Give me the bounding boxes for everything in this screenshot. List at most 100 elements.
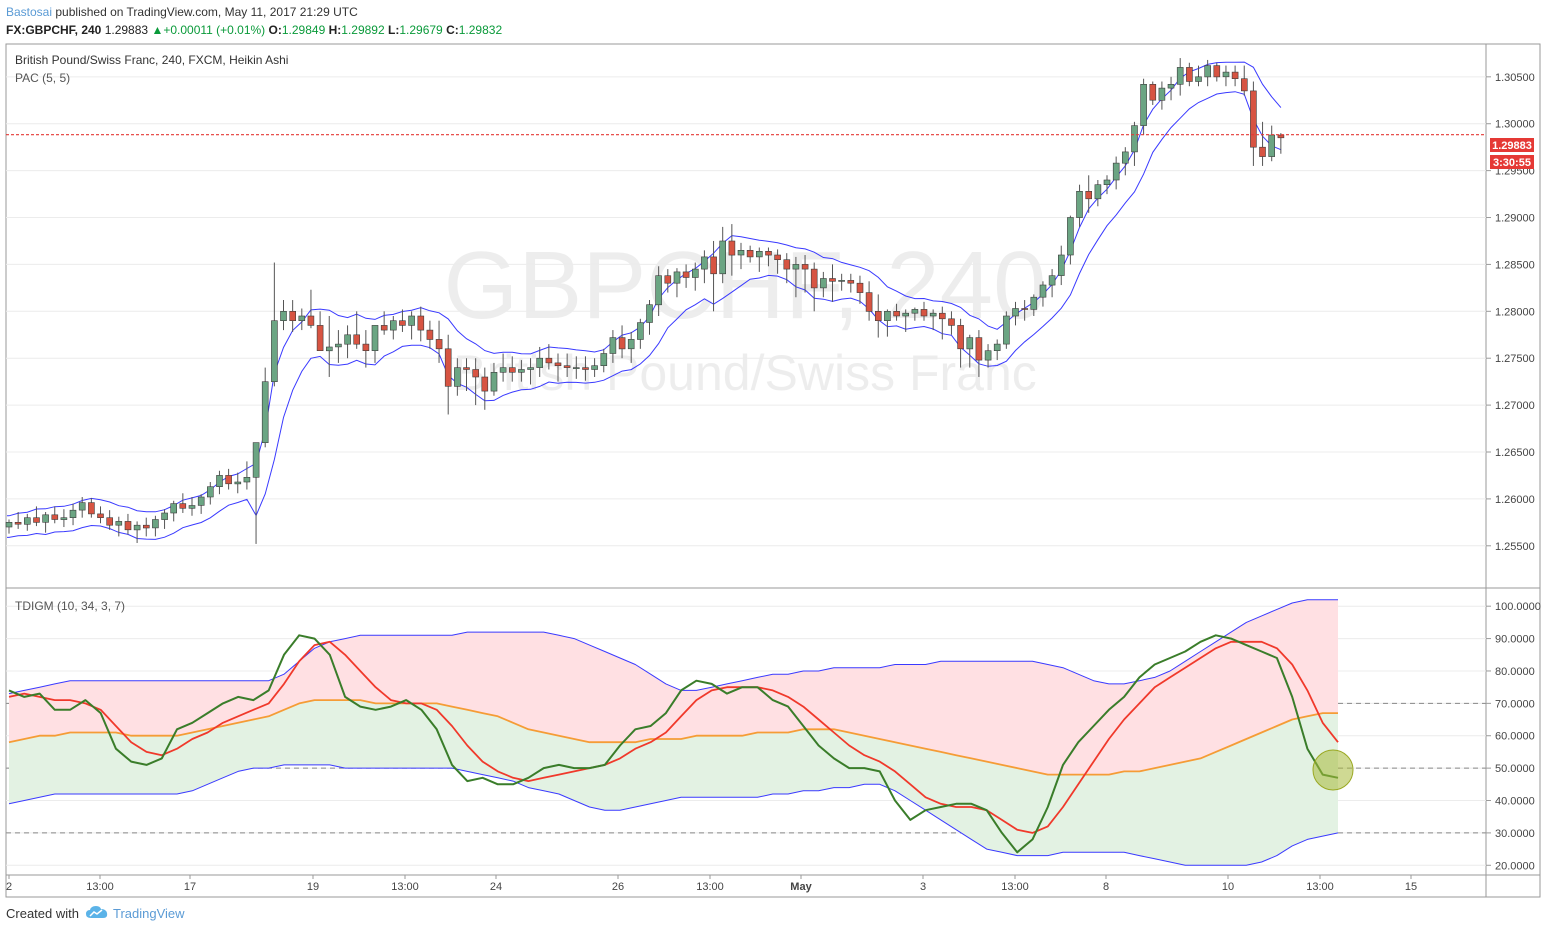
candle-body — [527, 367, 534, 370]
candle-body — [1094, 184, 1102, 200]
candle-body — [463, 367, 470, 370]
candle — [197, 494, 205, 514]
candle-body — [408, 315, 415, 326]
highlight-circle — [1312, 749, 1354, 791]
candle — [1048, 269, 1056, 298]
candle-body — [188, 505, 196, 509]
price-tick-label: 1.28000 — [1495, 306, 1535, 318]
candle-body — [161, 512, 168, 520]
candle — [1076, 184, 1083, 227]
candle-body — [1213, 65, 1221, 78]
candle-body — [197, 496, 205, 506]
candle-body — [1021, 308, 1029, 310]
candle — [1067, 215, 1074, 265]
candle — [1186, 62, 1193, 87]
time-tick-label: May — [790, 881, 812, 893]
candle — [307, 289, 315, 329]
candle-body — [1103, 179, 1111, 185]
candle-body — [728, 240, 736, 256]
time-tick-label: 13:00 — [391, 881, 419, 893]
time-tick-label: 17 — [184, 881, 196, 893]
candle-body — [1140, 84, 1147, 126]
candle-body — [1222, 71, 1230, 78]
symbol-watermark: GBPCHF, 240 British Pound/Swiss Franc — [444, 232, 1047, 401]
candle — [97, 506, 104, 524]
candle-body — [929, 312, 937, 317]
time-tick-label: 24 — [490, 881, 502, 893]
candle — [1167, 76, 1175, 101]
main-pane-title: British Pound/Swiss Franc, 240, FXCM, He… — [15, 53, 288, 67]
price-label-text: 1.29883 — [1492, 140, 1532, 152]
time-tick-label: 26 — [612, 881, 624, 893]
candle-body — [69, 509, 77, 519]
candle-body — [518, 369, 525, 373]
watermark-symbol: GBPCHF, 240 — [444, 232, 1047, 339]
candle — [161, 509, 168, 529]
candle-body — [948, 318, 955, 326]
candle-body — [591, 365, 598, 370]
candle-body — [1048, 275, 1056, 286]
candle-body — [920, 309, 928, 317]
candle — [1213, 62, 1221, 82]
candle-body — [1250, 90, 1257, 148]
chart-area[interactable]: GBPCHF, 240 British Pound/Swiss Franc 1.… — [0, 0, 1548, 932]
candle-body — [316, 325, 324, 351]
candle-body — [545, 357, 553, 364]
candle — [1222, 65, 1230, 87]
price-tick-label: 1.25500 — [1495, 541, 1535, 553]
candle — [88, 497, 95, 518]
indicator-axis[interactable]: 20.0000 30.0000 40.0000 50.0000 60.0000 70.00… — [1486, 601, 1541, 872]
candle-body — [371, 325, 379, 351]
indicator-tick-label: 100.0000 — [1495, 601, 1541, 613]
candle-body — [874, 310, 882, 321]
candle-body — [179, 503, 187, 509]
candle — [1195, 65, 1202, 87]
candle-body — [170, 503, 177, 514]
time-axis[interactable]: 2 13:00 17 19 13:00 24 26 13:00 May 3 13:00 8 10 13:0… — [6, 875, 1417, 893]
candle-body — [856, 282, 864, 293]
candle-body — [216, 475, 223, 487]
indicator-tick-label: 90.0000 — [1495, 634, 1535, 646]
indicator-tick-label: 50.0000 — [1495, 763, 1535, 775]
candle-body — [865, 292, 873, 312]
candle-body — [353, 334, 361, 345]
candle — [1058, 245, 1065, 286]
candle-body — [454, 367, 461, 387]
candle-body — [691, 268, 699, 278]
candle-body — [42, 514, 49, 523]
candle-body — [234, 481, 242, 485]
candle — [353, 311, 361, 349]
candle-body — [682, 271, 690, 278]
candle-body — [957, 325, 964, 350]
candle — [225, 468, 232, 490]
candle-body — [106, 517, 113, 526]
candle-body — [60, 517, 68, 520]
indicator-tick-label: 40.0000 — [1495, 796, 1535, 808]
candle-body — [33, 517, 40, 523]
candle — [1176, 58, 1184, 96]
candle-body — [1195, 76, 1202, 82]
candle — [435, 320, 443, 363]
price-tick-label: 1.27500 — [1495, 353, 1535, 365]
candle-body — [1039, 284, 1047, 298]
candle-body — [646, 304, 653, 323]
candle-body — [838, 280, 845, 282]
candle-body — [820, 278, 827, 289]
candle-body — [664, 275, 672, 284]
tdigm-indicator-label: TDIGM (10, 34, 3, 7) — [15, 599, 125, 613]
candle-body — [1231, 71, 1239, 79]
tradingview-link[interactable]: TradingView — [113, 906, 185, 921]
tradingview-cloud-icon — [85, 901, 109, 929]
footer: Created with TradingView — [6, 900, 185, 928]
time-tick-label: 3 — [920, 881, 926, 893]
candle — [280, 300, 287, 331]
candle-body — [737, 250, 745, 256]
candle — [216, 470, 223, 495]
candle-body — [710, 256, 717, 275]
candle — [1131, 121, 1138, 166]
candle-body — [1112, 162, 1120, 181]
candle-body — [280, 310, 287, 321]
candle — [1112, 156, 1120, 190]
candle-body — [1067, 217, 1074, 256]
candle-body — [243, 476, 251, 483]
